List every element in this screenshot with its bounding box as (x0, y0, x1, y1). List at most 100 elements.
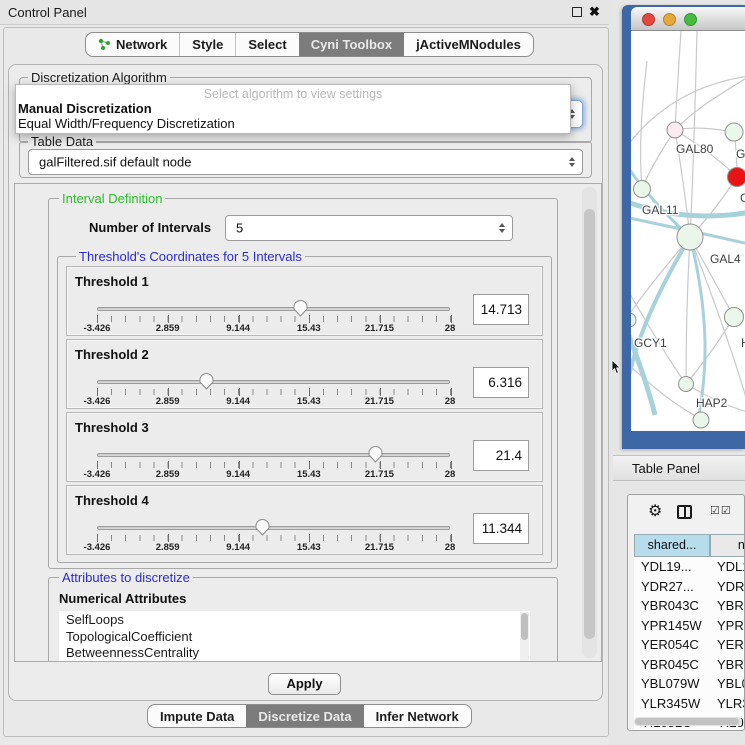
table-data-combobox[interactable]: galFiltered.sif default node (28, 149, 583, 175)
spinner-arrows-icon[interactable] (499, 223, 505, 233)
table-cell[interactable]: YPR1 (710, 616, 745, 636)
table-row[interactable]: YDR27...YDR2 (634, 577, 745, 597)
network-canvas[interactable]: GAL80GAGAL11CGAL4GCY1HHAP2 (631, 31, 745, 431)
combo-arrows-icon[interactable] (569, 157, 575, 167)
tab-network[interactable]: Network (86, 33, 179, 56)
network-view-window[interactable]: GAL80GAGAL11CGAL4GCY1HHAP2 (622, 5, 745, 449)
split-columns-icon[interactable] (677, 505, 692, 519)
checkbox-pair-icon[interactable]: ☑☑ (710, 504, 732, 517)
network-node[interactable] (631, 313, 636, 327)
table-data-group: Table Data galFiltered.sif default node (19, 141, 592, 178)
tab-label: Cyni Toolbox (311, 37, 392, 52)
table-row[interactable]: YER054CYER0 (634, 635, 745, 655)
network-node[interactable] (677, 224, 703, 250)
tab-select[interactable]: Select (235, 33, 298, 56)
table-cell[interactable]: YPR145W (634, 616, 710, 636)
threshold-slider-track[interactable] (97, 526, 450, 530)
threshold-slider-track[interactable] (97, 307, 450, 311)
major-tick (380, 461, 381, 469)
network-edge[interactable] (690, 237, 734, 317)
table-cell[interactable]: YLR3 (710, 694, 745, 714)
threshold-value-field[interactable]: 6.316 (473, 367, 529, 398)
table-cell[interactable]: YBL079W (634, 674, 710, 694)
close-icon[interactable]: ✖ (589, 4, 600, 20)
network-edge[interactable] (686, 317, 734, 384)
slider-ticks (97, 389, 451, 395)
scrollbar-thumb[interactable] (635, 718, 739, 725)
tab-infer-network[interactable]: Infer Network (364, 705, 471, 727)
attribute-item[interactable]: TopologicalCoefficient (59, 628, 530, 645)
network-node[interactable] (667, 122, 683, 138)
tab-cyni-toolbox[interactable]: Cyni Toolbox (299, 33, 404, 56)
tab-jactivemnodules[interactable]: jActiveMNodules (404, 33, 533, 56)
minimize-traffic-light[interactable] (663, 13, 676, 26)
attributes-list-scrollbar[interactable] (520, 612, 529, 662)
network-node[interactable] (728, 168, 745, 187)
threshold-slider-thumb[interactable] (255, 518, 270, 536)
tick-label: 2.859 (156, 323, 180, 334)
attribute-item[interactable]: BetweennessCentrality (59, 644, 530, 661)
threshold-slider-thumb[interactable] (293, 299, 308, 317)
table-cell[interactable]: YBR045C (634, 655, 710, 675)
network-window-titlebar[interactable] (631, 7, 745, 31)
table-row[interactable]: YPR145WYPR1 (634, 616, 745, 636)
threshold-slider-thumb[interactable] (199, 372, 214, 390)
column-header[interactable]: shared... (634, 534, 710, 557)
tick-label: -3.426 (84, 323, 111, 334)
network-edge[interactable] (686, 237, 690, 384)
settings-scrollbar[interactable] (582, 187, 597, 658)
float-window-icon[interactable] (572, 7, 582, 17)
network-node[interactable] (693, 412, 709, 428)
threshold-value-field[interactable]: 14.713 (473, 294, 529, 325)
scrollbar-thumb[interactable] (521, 613, 528, 640)
number-of-intervals-spinner[interactable]: 5 (225, 215, 513, 241)
threshold-slider-track[interactable] (97, 453, 450, 457)
table-cell[interactable]: YLR345W (634, 694, 710, 714)
tab-impute-data[interactable]: Impute Data (148, 705, 246, 727)
network-graph[interactable]: GAL80GAGAL11CGAL4GCY1HHAP2 (631, 31, 745, 431)
table-row[interactable]: YLR345WYLR3 (634, 694, 745, 714)
close-traffic-light[interactable] (642, 13, 655, 26)
table-row[interactable]: YBL079WYBL0 (634, 674, 745, 694)
threshold-panel: Threshold 2 -3.4262.8599.14415.4321.7152… (66, 339, 543, 409)
network-edge[interactable] (690, 31, 697, 237)
tab-discretize-data[interactable]: Discretize Data (246, 705, 363, 727)
table-cell[interactable]: YBR0 (710, 596, 745, 616)
table-cell[interactable]: YER054C (634, 635, 710, 655)
threshold-value-field[interactable]: 21.4 (473, 440, 529, 471)
table-row[interactable]: YDL19...YDL1 (634, 557, 745, 577)
threshold-slider-track[interactable] (97, 380, 450, 384)
table-row[interactable]: YBR043CYBR0 (634, 596, 745, 616)
network-node[interactable] (725, 123, 743, 141)
numerical-attributes-list[interactable]: SelfLoopsTopologicalCoefficientBetweenne… (59, 611, 530, 662)
dropdown-item[interactable]: Manual Discretization (16, 101, 570, 116)
network-edge[interactable] (642, 130, 675, 189)
table-horizontal-scrollbar[interactable] (634, 717, 742, 726)
node-label: GAL4 (710, 252, 741, 266)
table-cell[interactable]: YDL1 (710, 557, 745, 577)
network-node[interactable] (725, 308, 744, 327)
network-edge[interactable] (675, 71, 745, 130)
table-cell[interactable]: YBL0 (710, 674, 745, 694)
table-cell[interactable]: YDR2 (710, 577, 745, 597)
table-cell[interactable]: YER0 (710, 635, 745, 655)
settings-scrollbar-thumb[interactable] (584, 209, 595, 639)
network-node[interactable] (634, 181, 651, 198)
table-cell[interactable]: YBR0 (710, 655, 745, 675)
table-cell[interactable]: YDL19... (634, 557, 710, 577)
tab-style[interactable]: Style (179, 33, 235, 56)
gear-icon[interactable]: ⚙ (648, 501, 662, 521)
table-cell[interactable]: YDR27... (634, 577, 710, 597)
table-cell[interactable]: YBR043C (634, 596, 710, 616)
threshold-value-field[interactable]: 11.344 (473, 513, 529, 544)
zoom-traffic-light[interactable] (684, 13, 697, 26)
network-node[interactable] (679, 377, 694, 392)
network-edge[interactable] (675, 31, 681, 130)
table-row[interactable]: YBR045CYBR0 (634, 655, 745, 675)
network-edge-highlighted[interactable] (631, 237, 690, 376)
attribute-item[interactable]: SelfLoops (59, 611, 530, 628)
dropdown-item[interactable]: Equal Width/Frequency Discretization (16, 116, 570, 131)
tab-label: Network (116, 37, 167, 52)
apply-button[interactable]: Apply (268, 673, 341, 695)
column-header[interactable]: na... (710, 534, 745, 557)
